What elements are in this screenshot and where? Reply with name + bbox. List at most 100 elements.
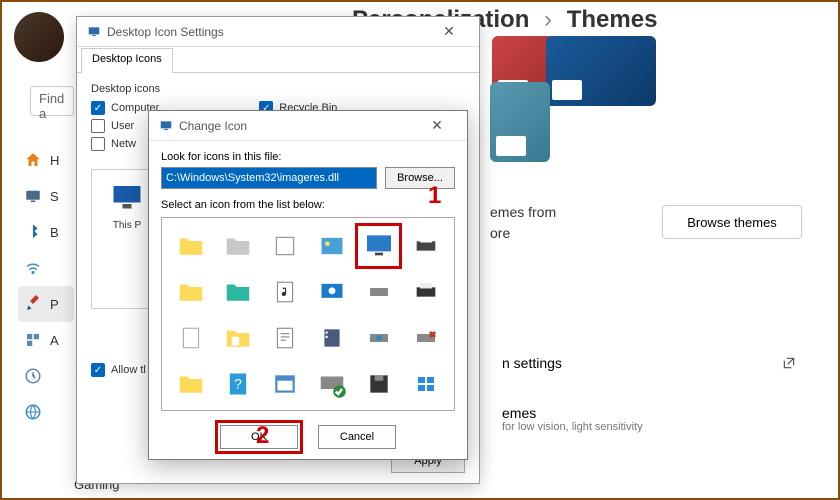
icon-option[interactable] [168,316,213,360]
sidebar-item-home[interactable]: H [18,142,74,178]
sidebar-item-time[interactable] [18,394,74,430]
monitor-icon [363,230,395,262]
icon-option[interactable] [168,270,213,314]
bluetooth-icon [24,223,42,241]
sidebar-item-bluetooth[interactable]: B [18,214,74,250]
file-icon [178,323,204,353]
system-icon [24,187,42,205]
folder-docs-icon [223,323,253,353]
help-file-icon: ? [224,369,252,399]
disc-drive-icon [364,326,394,350]
drive-icon [364,280,394,304]
icon-option[interactable] [309,224,354,268]
folder-open-icon [223,231,253,261]
floppy-icon [366,371,392,397]
icon-option[interactable] [215,224,260,268]
checkbox-icon [91,137,105,151]
icon-option[interactable] [262,270,307,314]
video-file-icon [319,323,345,353]
preview-this-pc[interactable]: This P [102,180,152,298]
network-drive-icon [318,278,346,306]
checkbox-icon[interactable]: ✓ [91,363,105,377]
icon-option[interactable] [168,224,213,268]
drive-ok-icon [317,369,347,399]
store-text: emes from ore [490,202,556,244]
icon-option[interactable] [403,224,448,268]
dialog-titlebar[interactable]: Desktop Icon Settings ✕ [77,17,479,47]
dialog-title: Change Icon [179,119,247,133]
drive-disconnected-icon [411,326,441,350]
icon-option[interactable] [168,362,213,406]
dialog-titlebar[interactable]: Change Icon ✕ [149,111,467,141]
icon-option[interactable] [215,270,260,314]
browse-themes-button[interactable]: Browse themes [662,205,802,239]
checkbox-network[interactable]: Netw [91,137,136,151]
monitor-icon [159,119,173,133]
icon-option[interactable]: ? [215,362,260,406]
picture-icon [318,232,346,260]
icon-option[interactable] [262,316,307,360]
sidebar-item-network[interactable] [18,250,74,286]
sidebar-item-system[interactable]: S [18,178,74,214]
sidebar-item-personalization[interactable]: P [18,286,74,322]
text-file-icon [272,323,298,353]
close-button[interactable]: ✕ [429,23,469,40]
tab-desktop-icons[interactable]: Desktop Icons [81,48,173,73]
related-contrast-themes[interactable]: emes for low vision, light sensitivity [490,394,808,444]
theme-tile[interactable] [546,36,656,106]
sidebar-item-apps[interactable]: A [18,322,74,358]
icon-option[interactable] [356,362,401,406]
pc-icon [109,180,145,216]
checkbox-user-files[interactable]: User [91,119,134,133]
look-for-label: Look for icons in this file: [161,151,455,163]
callout-2: 2 [256,422,269,450]
icon-option[interactable] [403,316,448,360]
folder-icon [176,277,206,307]
external-link-icon [782,356,796,370]
icon-option[interactable] [356,270,401,314]
folder-icon [176,369,206,399]
icon-list[interactable]: ? [161,217,455,411]
music-file-icon [272,277,298,307]
browse-button[interactable]: Browse... [385,167,455,189]
icon-option[interactable] [403,362,448,406]
cancel-button[interactable]: Cancel [318,425,396,449]
icon-option-selected[interactable] [356,224,401,268]
checkbox-icon: ✓ [91,101,105,115]
icon-option[interactable] [403,270,448,314]
icon-option[interactable] [262,224,307,268]
breadcrumb-page: Themes [567,6,658,33]
svg-text:?: ? [234,376,242,392]
group-label: Desktop icons [91,83,465,95]
home-icon [24,151,42,169]
window-icon [272,370,298,398]
avatar [14,12,64,62]
printer-icon [411,278,441,306]
related-desktop-icon-settings[interactable]: n settings [490,338,808,388]
icon-option[interactable] [309,316,354,360]
icon-option[interactable] [356,316,401,360]
search-input[interactable]: Find a [30,86,74,116]
theme-tile[interactable] [490,82,550,162]
chevron-right-icon: › [544,6,552,33]
monitor-icon [87,25,101,39]
apps-icon [24,331,42,349]
close-button[interactable]: ✕ [417,117,457,134]
icon-option[interactable] [215,316,260,360]
checkbox-icon [91,119,105,133]
icon-option[interactable] [309,362,354,406]
callout-1: 1 [428,182,441,210]
globe-icon [24,403,42,421]
change-icon-dialog: Change Icon ✕ Look for icons in this fil… [148,110,468,460]
allow-themes-label: Allow tl [111,364,146,376]
dialog-title: Desktop Icon Settings [107,25,224,39]
select-icon-label: Select an icon from the list below: [161,199,455,211]
windows-icon [412,372,440,396]
icon-file-path-input[interactable]: C:\Windows\System32\imageres.dll [161,167,377,189]
sidebar: H S B P A [18,142,74,430]
icon-option[interactable] [309,270,354,314]
wifi-icon [24,259,42,277]
icon-option[interactable] [262,362,307,406]
clock-icon [24,367,42,385]
sidebar-item-accounts[interactable] [18,358,74,394]
